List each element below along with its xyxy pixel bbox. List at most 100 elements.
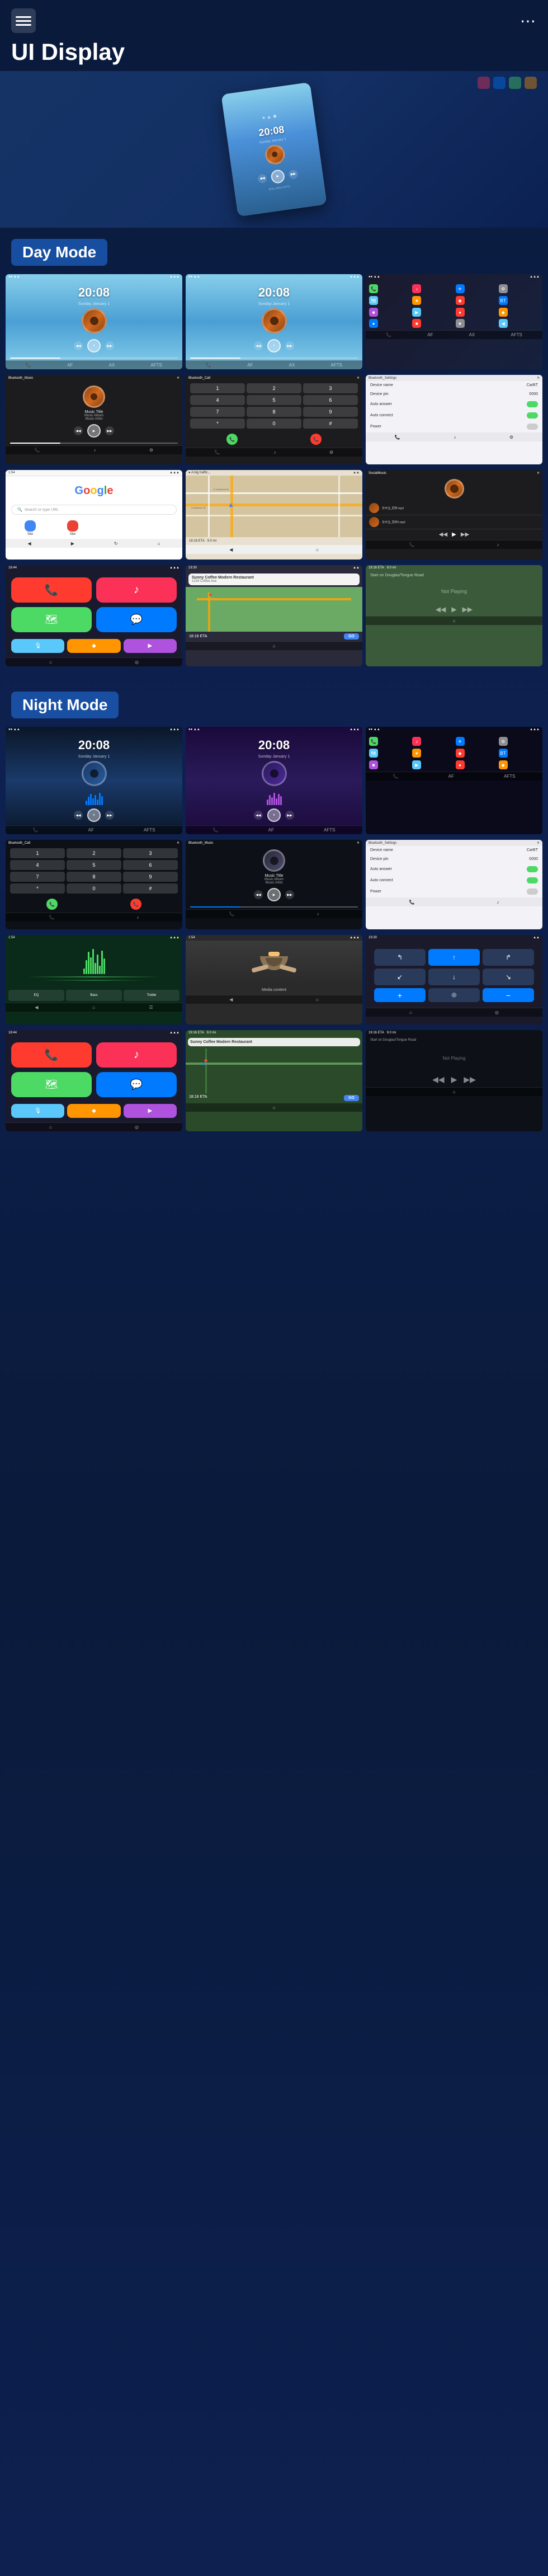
key-4[interactable]: 4 (190, 395, 245, 405)
next-btn[interactable]: ▶▶ (105, 426, 114, 435)
arrow-br[interactable]: ↘ (483, 969, 534, 985)
turn-right[interactable]: ↱ (483, 949, 534, 966)
app14[interactable]: ■ (412, 319, 421, 328)
social-next[interactable]: ▶▶ (461, 532, 469, 538)
home-icon[interactable]: ⌂ (316, 547, 319, 552)
app13[interactable]: ● (369, 319, 378, 328)
night-np-next[interactable]: ▶▶ (464, 1075, 476, 1084)
app9[interactable]: ■ (369, 308, 378, 317)
settings-icon[interactable]: ⚙ (329, 450, 333, 455)
close-icon[interactable]: ✕ (537, 471, 540, 475)
key-3[interactable]: 3 (123, 848, 178, 858)
turn-up[interactable]: ↑ (428, 949, 480, 966)
prev-btn[interactable]: ◀◀ (74, 341, 83, 350)
zoom-in[interactable]: + (374, 988, 426, 1002)
play-pause-btn[interactable]: ⏸ (87, 808, 101, 822)
ax-icon[interactable]: AX (469, 332, 475, 337)
hangup-btn[interactable]: 📞 (130, 899, 141, 910)
music-icon[interactable]: ♪ (497, 542, 499, 547)
quick-link-1[interactable]: Site (10, 520, 50, 536)
zoom-center[interactable]: ◎ (428, 988, 480, 1002)
go-button[interactable]: GO (344, 633, 359, 640)
auto-answer-toggle[interactable] (527, 401, 538, 407)
af-icon[interactable]: AF (427, 332, 433, 337)
settings-icon[interactable]: ⚙ (149, 448, 153, 453)
home-icon[interactable]: ⌂ (158, 541, 160, 546)
photos-app[interactable]: ★ (412, 296, 421, 305)
close-icon[interactable]: ✕ (537, 376, 540, 380)
nav-dots-icon[interactable]: ⋯ (520, 12, 537, 30)
social-track-1[interactable]: 华不注_同学.mp3 (366, 501, 542, 515)
telegram-app[interactable]: ✈ (456, 737, 465, 746)
key-0[interactable]: 0 (247, 419, 301, 429)
phone-app[interactable]: 📞 (369, 737, 378, 746)
key-0[interactable]: 0 (67, 883, 121, 894)
power-toggle[interactable] (527, 424, 538, 430)
afts-icon[interactable]: AFTS (324, 828, 335, 833)
app10[interactable]: ▶ (412, 760, 421, 769)
np-play[interactable]: ▶ (451, 605, 456, 613)
nav-icon[interactable]: ◎ (495, 1010, 499, 1015)
app10[interactable]: ▶ (412, 308, 421, 317)
app16[interactable]: ◀ (499, 319, 508, 328)
app12[interactable]: ◆ (499, 308, 508, 317)
music-icon[interactable]: ♪ (93, 448, 96, 453)
auto-connect-toggle[interactable] (527, 412, 538, 419)
music-icon[interactable]: ♪ (316, 911, 319, 916)
settings-icon[interactable]: ⚙ (509, 435, 513, 440)
np-prev[interactable]: ◀◀ (436, 605, 446, 613)
prev-btn[interactable]: ◀◀ (254, 890, 263, 899)
social-play[interactable]: ▶ (452, 532, 456, 538)
close-icon[interactable]: ✕ (357, 841, 360, 845)
quick-link-2[interactable]: Site (53, 520, 93, 536)
hangup-btn[interactable]: 📞 (310, 434, 322, 445)
home-icon[interactable]: ⌂ (453, 618, 456, 623)
prev-btn[interactable]: ◀◀ (254, 811, 263, 820)
next-btn[interactable]: ▶▶ (285, 341, 294, 350)
key-3[interactable]: 3 (303, 383, 358, 393)
dial-icon[interactable]: 📞 (206, 363, 211, 368)
key-5[interactable]: 5 (247, 395, 301, 405)
key-6[interactable]: 6 (123, 860, 178, 870)
next-btn[interactable]: ▶▶ (105, 341, 114, 350)
key-hash[interactable]: # (123, 883, 178, 894)
night-np-play[interactable]: ▶ (451, 1075, 457, 1084)
key-6[interactable]: 6 (303, 395, 358, 405)
night-go-button[interactable]: GO (344, 1095, 359, 1101)
waze-carplay-night[interactable]: ◆ (67, 1104, 120, 1118)
bt-app[interactable]: BT (499, 749, 508, 758)
music-icon[interactable]: ♪ (136, 915, 139, 920)
next-btn[interactable]: ▶▶ (285, 811, 294, 820)
bt-app[interactable]: BT (499, 296, 508, 305)
siri-icon[interactable]: ◎ (135, 660, 139, 665)
phone-icon[interactable]: 📞 (215, 450, 220, 455)
dial-icon[interactable]: 📞 (33, 828, 39, 833)
music-app[interactable]: ♪ (412, 737, 421, 746)
home-icon[interactable]: ⌂ (409, 1010, 412, 1015)
home-icon[interactable]: ⌂ (49, 1125, 52, 1130)
phone-app[interactable]: 📞 (369, 284, 378, 293)
home-icon[interactable]: ⌂ (273, 1105, 276, 1110)
key-star[interactable]: * (190, 419, 245, 429)
key-7[interactable]: 7 (10, 872, 65, 882)
af-icon[interactable]: AF (67, 363, 73, 368)
next-btn[interactable]: ▶▶ (288, 169, 298, 179)
app-carplay[interactable]: ▶ (124, 639, 177, 653)
maps-app[interactable]: 🗺 (369, 749, 378, 758)
ax-icon[interactable]: AX (109, 363, 115, 368)
home-icon[interactable]: ⌂ (316, 997, 319, 1002)
phone-icon[interactable]: 📞 (409, 900, 415, 905)
social-track-2[interactable]: 华不注_同学2.mp3 (366, 515, 542, 529)
app15[interactable]: ★ (456, 319, 465, 328)
key-8[interactable]: 8 (67, 872, 121, 882)
podcast-carplay[interactable]: 🎙 (11, 639, 64, 653)
arrow-bl[interactable]: ↙ (374, 969, 426, 985)
play-pause-btn[interactable]: ⏸ (267, 339, 281, 352)
back-icon[interactable]: ◀ (35, 1005, 38, 1010)
power-toggle[interactable] (527, 889, 538, 895)
waze-app[interactable]: ◆ (456, 296, 465, 305)
google-search-bar[interactable]: 🔍 Search or type URL (11, 505, 177, 515)
dial-icon[interactable]: 📞 (26, 363, 31, 368)
settings-app[interactable]: ⚙ (499, 284, 508, 293)
answer-btn[interactable]: 📞 (46, 899, 58, 910)
